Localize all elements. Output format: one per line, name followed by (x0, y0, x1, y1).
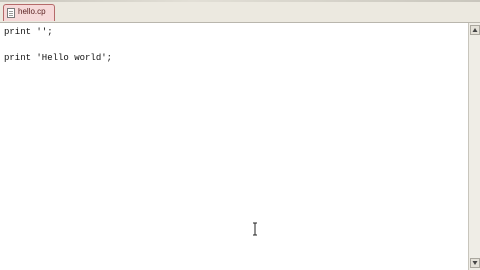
scroll-up-button[interactable] (470, 25, 480, 35)
arrow-down-icon (472, 261, 478, 265)
code-line-1: print ''; (4, 27, 53, 37)
tab-hello-file[interactable]: hello.cp (3, 4, 55, 21)
window-top-edge (0, 0, 480, 2)
code-editor[interactable]: print ''; print 'Hello world'; (0, 23, 468, 270)
code-line-3: print 'Hello world'; (4, 53, 113, 63)
vertical-scrollbar[interactable] (468, 23, 480, 270)
tab-bar: hello.cp (0, 0, 480, 23)
scroll-down-button[interactable] (470, 258, 480, 268)
tab-label: hello.cp (18, 7, 46, 16)
arrow-up-icon (472, 28, 478, 32)
document-icon (7, 8, 15, 18)
i-beam-cursor-icon (253, 222, 257, 236)
